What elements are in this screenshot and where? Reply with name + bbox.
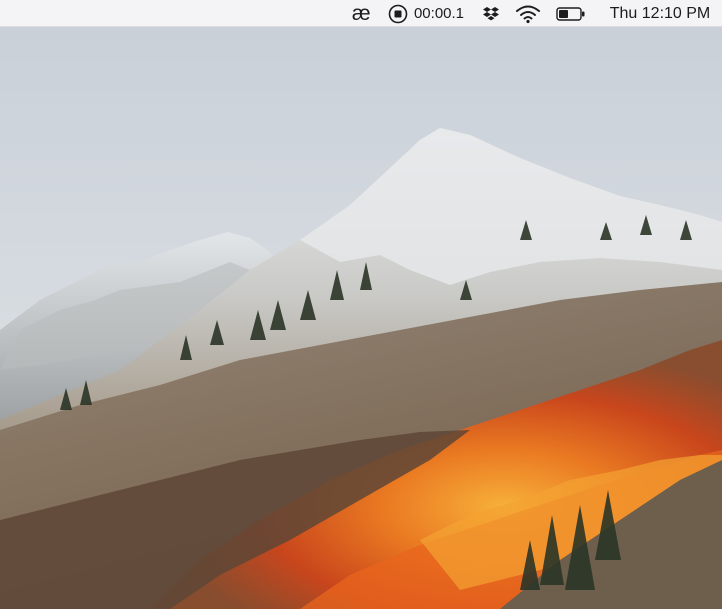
recording-menu-extra[interactable]: 00:00.1 [383,0,469,27]
recording-time: 00:00.1 [413,5,465,22]
wifi-icon [516,5,540,23]
wifi-menu-extra[interactable] [513,0,543,27]
menubar-clock[interactable]: Thu 12:10 PM [604,0,716,27]
ae-menu-extra[interactable]: æ [346,0,376,27]
dropbox-menu-extra[interactable] [480,0,502,27]
menu-bar: æ 00:00.1 Thu 12:10 PM [0,0,722,27]
stop-record-icon [388,4,408,23]
dropbox-icon [483,6,499,20]
desktop: æ 00:00.1 Thu 12:10 PM [0,0,722,609]
mountain-wallpaper [0,0,722,609]
battery-menu-extra[interactable] [555,0,587,27]
clock-text: Thu 12:10 PM [609,4,711,22]
battery-icon [556,6,585,21]
ae-glyph-icon: æ [351,2,371,25]
